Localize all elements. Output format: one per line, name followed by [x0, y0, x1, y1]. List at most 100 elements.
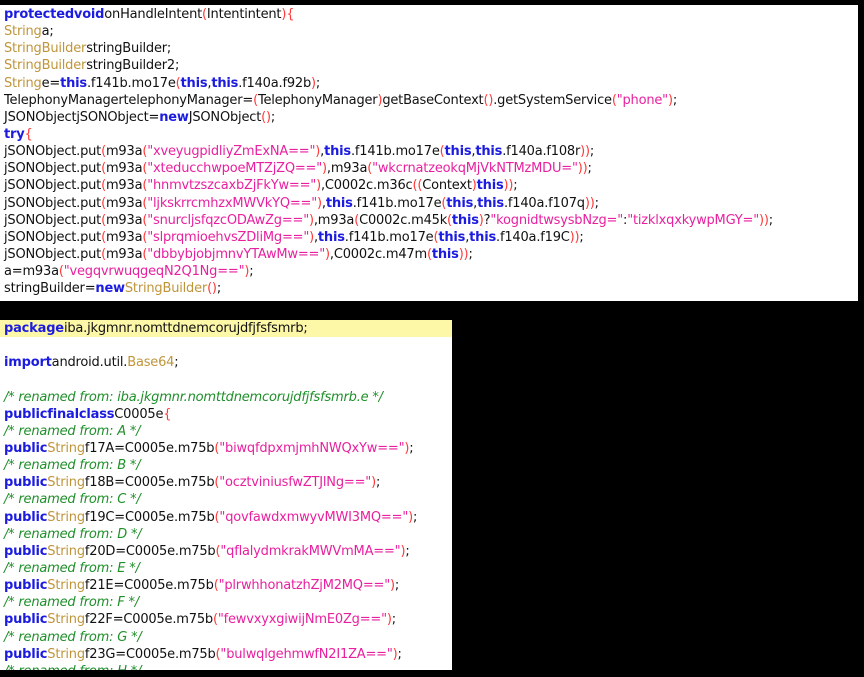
- comment: /* renamed from: H */: [4, 664, 141, 670]
- code-text: jSONObject.put: [4, 212, 102, 228]
- code-text: .f141b.mo17e: [352, 195, 442, 211]
- comment: /* renamed from: iba.jkgmnr.nomttdnemcor…: [4, 389, 383, 405]
- type-name: String: [47, 646, 85, 662]
- type-name: Base64: [127, 355, 175, 371]
- type-name: String: [47, 509, 85, 525]
- code-line: jSONObject.put(m93a("xveyugpidliyZmExNA=…: [0, 143, 858, 160]
- punctuation: (): [261, 109, 271, 125]
- code-text: f23G=C0005e.m75b: [84, 646, 216, 662]
- code-text: ;: [409, 440, 414, 456]
- code-text: ;: [270, 109, 276, 125]
- code-text: iba.jkgmnr.nomttdnemcorujdfjfsfsmrb;: [63, 321, 308, 336]
- string-literal: "plrwhhonatzhZjM2MQ==": [218, 578, 391, 594]
- code-line: publicStringf20D=C0005e.m75b("qflalydmkr…: [0, 543, 452, 560]
- comment: /* renamed from: B */: [4, 458, 141, 474]
- code-line: stringBuilder=newStringBuilder();: [0, 280, 858, 297]
- punctuation: )): [458, 246, 469, 262]
- code-line: jSONObject.put(m93a("xteducchwpoeMTZjZQ=…: [0, 160, 858, 177]
- code-line: publicStringf19C=C0005e.m75b("qovfawdxmw…: [0, 509, 452, 526]
- code-text: ;: [594, 195, 599, 211]
- comment: /* renamed from: A */: [4, 423, 141, 439]
- code-text: stringBuilder;: [86, 41, 172, 57]
- keyword: this: [324, 144, 351, 160]
- type-name: StringBuilder: [4, 41, 87, 57]
- code-line: /* renamed from: H */: [0, 663, 452, 670]
- punctuation: )): [580, 144, 590, 160]
- keyword: this: [476, 178, 504, 194]
- code-line: /* renamed from: G */: [0, 629, 452, 646]
- code-text: JSONObjectjSONObject=: [4, 109, 160, 125]
- code-text: android.util.: [51, 355, 128, 371]
- code-text: jSONObject.put: [4, 144, 102, 160]
- keyword: public: [4, 543, 48, 559]
- punctuation: )): [569, 229, 580, 245]
- code-line: /* renamed from: iba.jkgmnr.nomttdnemcor…: [0, 389, 452, 406]
- punctuation: )): [584, 195, 595, 211]
- method-code-panel: protectedvoidonHandleIntent(Intentintent…: [0, 5, 858, 301]
- code-text: ;: [579, 229, 584, 245]
- code-line: StringBuilderstringBuilder;: [0, 40, 858, 57]
- code-text: .f141b.mo17e: [344, 229, 434, 245]
- keyword: new: [95, 281, 125, 297]
- string-literal: "xveyugpidliyZmExNA==": [147, 144, 316, 160]
- code-line: publicStringf17A=C0005e.m75b("biwqfdpxmj…: [0, 440, 452, 457]
- string-literal: "tizklxqxkywpMGY=": [627, 212, 760, 228]
- code-text: .f140a.f107q: [503, 195, 585, 211]
- type-name: String: [4, 75, 42, 91]
- string-literal: "biwqfdpxmjmhNWQxYw==": [219, 440, 405, 456]
- type-name: String: [4, 24, 42, 40]
- string-literal: "xteducchwpoeMTZjZQ==": [147, 161, 323, 177]
- punctuation: )): [503, 178, 514, 194]
- type-name: StringBuilder: [124, 281, 208, 297]
- keyword: this: [451, 212, 479, 228]
- code-text: ;: [412, 509, 418, 525]
- code-text: a=m93a: [4, 264, 59, 280]
- code-text: ;: [672, 92, 678, 108]
- code-line: publicStringf18B=C0005e.m75b("ocztvinius…: [0, 474, 452, 491]
- code-text: m93a: [105, 246, 143, 262]
- keyword: public: [4, 612, 48, 628]
- string-literal: "wkcrnatzeokqMjVkNTMzMDU=": [372, 161, 578, 177]
- keyword: this: [325, 195, 353, 211]
- code-text: ;: [397, 646, 402, 662]
- keyword: import: [4, 355, 52, 371]
- keyword: new: [159, 109, 189, 125]
- code-text: ,C0002c.m47m: [329, 246, 427, 262]
- code-text: Intentintent: [206, 7, 282, 22]
- code-line: /* renamed from: A */: [0, 423, 452, 440]
- code-line: jSONObject.put(m93a("dbbybjobjmnvYTAwMw=…: [0, 246, 858, 263]
- keyword: this: [444, 144, 472, 160]
- code-text: m93a: [105, 178, 143, 194]
- code-text: ;: [391, 612, 396, 628]
- string-literal: "slprqmioehvsZDliMg==": [147, 229, 310, 245]
- code-text: .f141b.mo17e: [350, 144, 440, 160]
- code-line: publicStringf22F=C0005e.m75b("fewvxyxgiw…: [0, 611, 452, 628]
- code-text: .f140a.f108r: [502, 144, 581, 160]
- punctuation: {: [163, 406, 172, 422]
- string-literal: "qflalydmkrakMWVmMA==": [220, 543, 401, 559]
- code-text: m93a: [105, 161, 143, 177]
- keyword: package: [4, 321, 64, 336]
- code-text: e=: [41, 75, 61, 91]
- code-text: ,m93a: [313, 212, 355, 228]
- code-line: /* renamed from: E */: [0, 560, 452, 577]
- keyword: protectedvoid: [4, 7, 105, 22]
- comment: /* renamed from: F */: [4, 595, 139, 611]
- code-text: jSONObject.put: [4, 246, 102, 262]
- keyword: publicfinalclass: [4, 406, 115, 422]
- string-literal: "snurcljsfqzcODAwZg==": [147, 212, 309, 228]
- code-line: jSONObject.put(m93a("slprqmioehvsZDliMg=…: [0, 229, 858, 246]
- code-line: JSONObjectjSONObject=newJSONObject();: [0, 109, 858, 126]
- punctuation: (): [483, 92, 494, 108]
- code-text: m93a: [105, 195, 143, 211]
- keyword: this: [60, 75, 87, 91]
- code-text: ;: [216, 281, 221, 297]
- keyword: public: [4, 646, 48, 662]
- string-literal: "ljkskrrcmhzxMWVkYQ==": [147, 195, 318, 211]
- code-line: importandroid.util.Base64;: [0, 354, 452, 371]
- keyword: this: [211, 75, 239, 91]
- keyword: this: [469, 229, 497, 245]
- string-literal: "dbbybjobjmnvYTAwMw==": [147, 246, 326, 262]
- code-line: Stringa;: [0, 23, 858, 40]
- keyword: public: [4, 440, 48, 456]
